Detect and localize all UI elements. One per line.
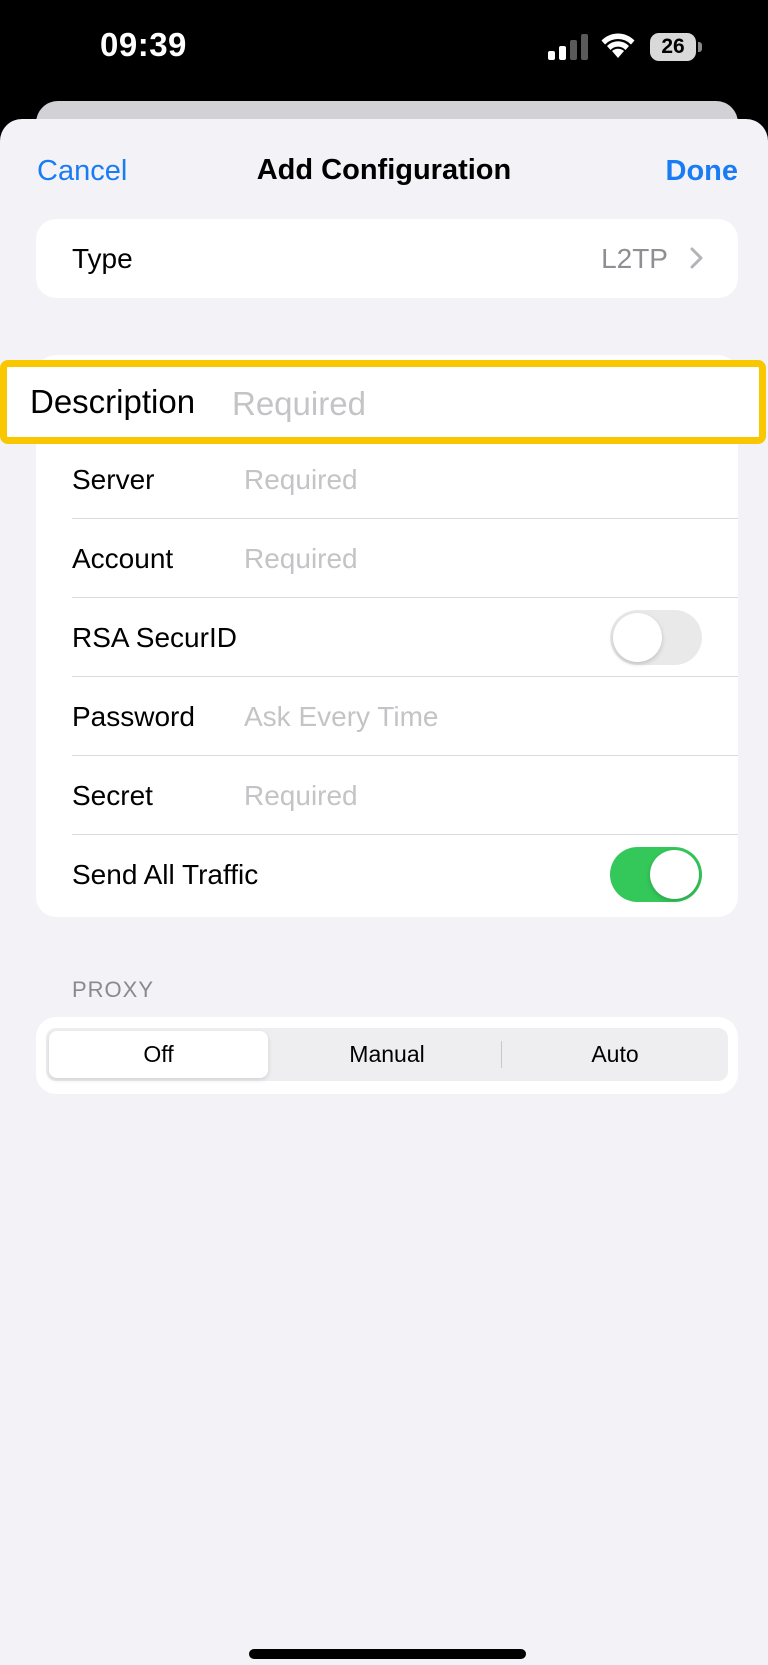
proxy-segmented-control: Off Manual Auto	[46, 1028, 728, 1081]
server-label: Server	[72, 464, 155, 495]
account-field[interactable]: Required	[244, 519, 358, 598]
send-all-traffic-label: Send All Traffic	[72, 859, 259, 890]
home-indicator[interactable]	[249, 1649, 526, 1659]
chevron-right-icon	[690, 247, 703, 269]
status-bar: 09:39 26	[0, 0, 768, 100]
type-row[interactable]: Type L2TP	[36, 219, 738, 298]
server-row: Server Required	[36, 440, 738, 519]
password-field[interactable]: Ask Every Time	[244, 677, 438, 756]
send-all-traffic-row: Send All Traffic	[36, 835, 738, 914]
description-label: Description	[30, 383, 196, 420]
wifi-icon	[601, 33, 635, 58]
toggle-knob	[650, 850, 699, 899]
status-time: 09:39	[100, 26, 187, 63]
account-row: Account Required	[36, 519, 738, 598]
password-label: Password	[72, 701, 195, 732]
battery-icon: 26	[650, 33, 702, 61]
proxy-group: Off Manual Auto	[36, 1017, 738, 1094]
screen: 09:39 26 Add Configuration Cancel Done T…	[0, 0, 768, 1665]
send-all-traffic-toggle[interactable]	[610, 847, 702, 902]
proxy-section-header: PROXY	[72, 977, 155, 1002]
password-row: Password Ask Every Time	[36, 677, 738, 756]
add-configuration-sheet: Add Configuration Cancel Done Type L2TP …	[0, 119, 768, 1665]
rsa-securid-toggle[interactable]	[610, 610, 702, 665]
rsa-securid-label: RSA SecurID	[72, 622, 237, 653]
proxy-option-off[interactable]: Off	[49, 1031, 268, 1078]
account-label: Account	[72, 543, 174, 574]
description-field[interactable]: Required	[232, 367, 366, 441]
proxy-option-auto[interactable]: Auto	[502, 1028, 728, 1081]
cancel-button[interactable]: Cancel	[37, 155, 127, 188]
secret-label: Secret	[72, 780, 153, 811]
secret-row: Secret Required	[36, 756, 738, 835]
description-row[interactable]: Description Required	[0, 360, 766, 444]
cellular-signal-icon	[548, 34, 588, 60]
battery-level: 26	[650, 33, 696, 61]
type-group: Type L2TP	[36, 219, 738, 298]
type-label: Type	[72, 243, 133, 274]
secret-field[interactable]: Required	[244, 756, 358, 835]
proxy-option-manual[interactable]: Manual	[274, 1028, 500, 1081]
battery-tip	[698, 42, 702, 52]
toggle-knob	[613, 613, 662, 662]
done-button[interactable]: Done	[666, 155, 739, 188]
type-value: L2TP	[601, 243, 668, 274]
server-field[interactable]: Required	[244, 440, 358, 519]
rsa-securid-row: RSA SecurID	[36, 598, 738, 677]
